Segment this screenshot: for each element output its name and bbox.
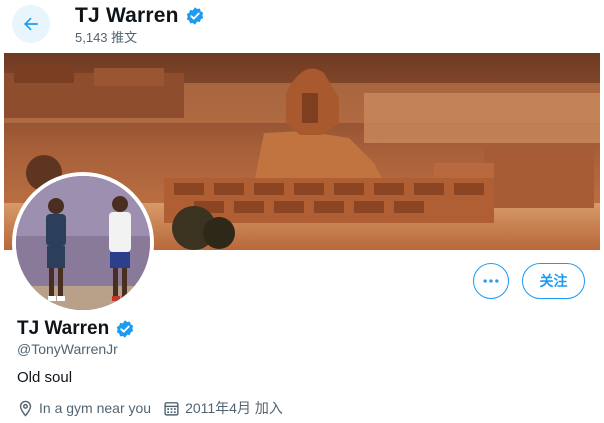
header-title: TJ Warren [75,4,179,27]
location-text: In a gym near you [39,400,152,416]
location-pin-icon [19,400,32,417]
avatar-image [16,176,150,310]
more-horizontal-icon [483,279,499,283]
profile-name-row: TJ Warren [17,318,135,340]
verified-badge-icon [186,7,203,25]
profile-meta: In a gym near you 2011年4月 加入 [17,398,295,418]
follow-button[interactable]: 关注 [522,263,585,299]
profile-name: TJ Warren [17,318,110,339]
back-button[interactable] [12,5,50,43]
joined-item: 2011年4月 加入 [163,398,283,418]
calendar-icon [164,401,179,416]
joined-text: 2011年4月 加入 [185,400,283,416]
profile-handle: @TonyWarrenJr [17,341,118,357]
profile-avatar[interactable] [12,172,154,314]
arrow-left-icon [24,17,38,31]
more-options-button[interactable] [473,263,509,299]
header-title-row: TJ Warren [75,4,205,28]
verified-badge-icon [117,320,134,338]
top-bar: TJ Warren 5,143 推文 [0,0,604,52]
tweet-count: 5,143 推文 [75,30,138,45]
profile-bio: Old soul [17,369,73,386]
location-item: In a gym near you [17,400,151,417]
